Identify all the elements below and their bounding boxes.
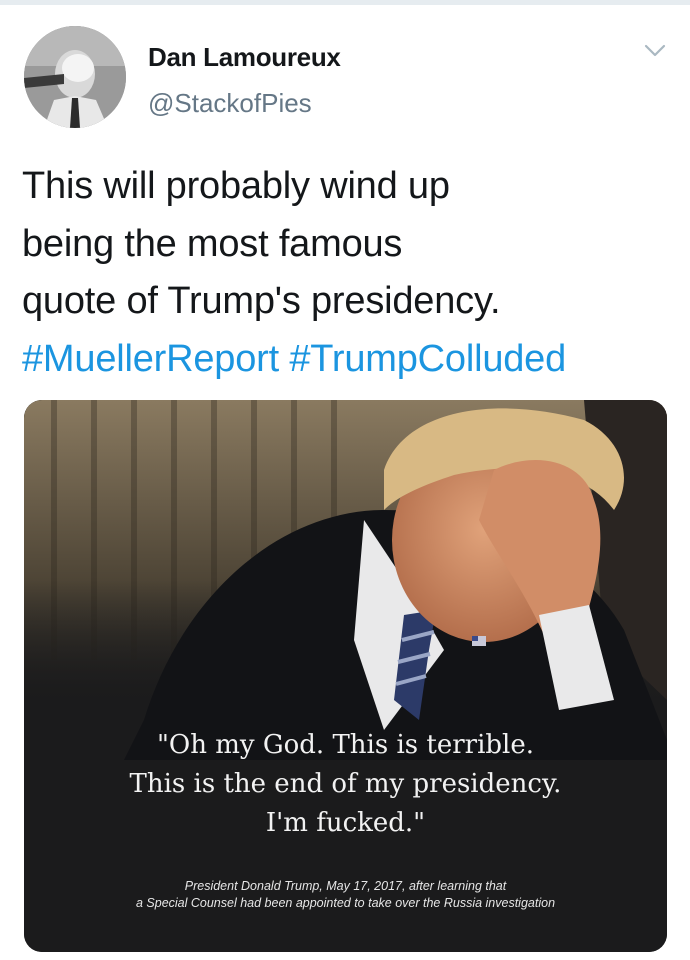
photo-background [24,400,667,952]
author-handle[interactable]: @StackofPies [148,88,312,119]
quote-line: I'm fucked." [265,808,426,838]
quote-line: This is the end of my presidency. [129,769,562,799]
tweet-text-line: This will probably wind up [22,165,450,207]
avatar[interactable] [24,26,126,128]
quote-line: "Oh my God. This is terrible. [156,730,535,760]
quote-caption: President Donald Trump, May 17, 2017, af… [24,878,667,912]
tweet-header: Dan Lamoureux @StackofPies [0,26,690,136]
tweet-media-image[interactable]: "Oh my God. This is terrible. This is th… [24,400,667,952]
hashtag-muellerreport[interactable]: #MuellerReport [22,338,279,380]
hashtag-line: #MuellerReport #TrumpColluded [22,331,672,389]
tweet-text-line: quote of Trump's presidency. [22,280,501,322]
chevron-down-icon[interactable] [644,44,666,58]
author-name[interactable]: Dan Lamoureux [148,42,341,73]
top-divider [0,0,690,5]
avatar-image [24,26,126,128]
caption-line: a Special Counsel had been appointed to … [135,896,556,910]
quote-text: "Oh my God. This is terrible. This is th… [24,726,667,843]
hashtag-trumpcolluded[interactable]: #TrumpColluded [289,338,566,380]
tweet-text: This will probably wind up being the mos… [22,158,672,388]
caption-line: President Donald Trump, May 17, 2017, af… [184,879,507,893]
tweet-text-line: being the most famous [22,222,403,265]
